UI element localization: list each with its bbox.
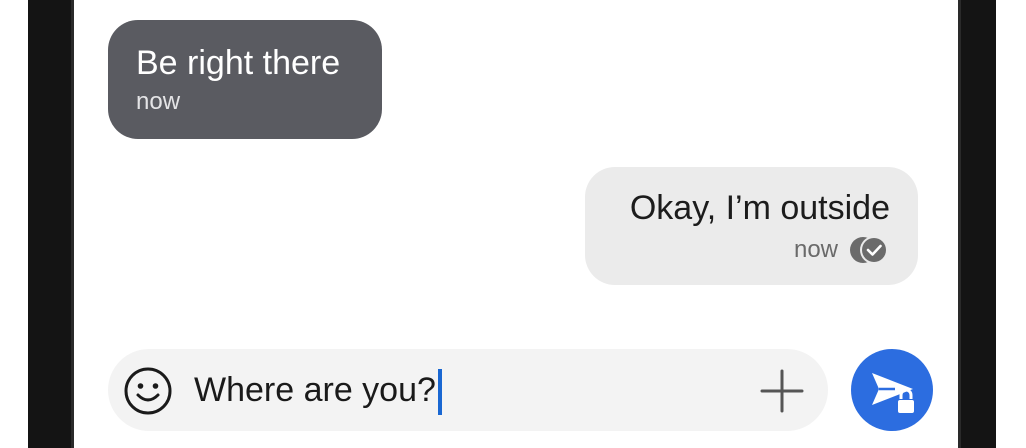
message-composer: Where are you? [108,349,828,431]
device-frame-right [958,0,996,448]
device-frame-left [28,0,74,448]
outgoing-message-time: now [793,236,838,263]
device-edge-right [996,0,1026,448]
incoming-message-bubble[interactable]: Be right there now [108,20,382,139]
read-receipt-icon [850,236,888,264]
incoming-message-time: now [136,88,181,115]
send-secure-icon [872,373,916,415]
incoming-message-text: Be right there [136,44,341,82]
message-input[interactable]: Where are you? [194,365,442,416]
chat-screen: Be right there now Okay, I’m outside now… [74,0,958,448]
plus-icon[interactable] [760,369,804,413]
text-caret [437,369,442,416]
message-input-value: Where are you? [194,371,436,409]
outgoing-message-text: Okay, I’m outside [629,189,890,227]
outgoing-message-bubble[interactable]: Okay, I’m outside now [585,167,918,285]
send-button[interactable] [851,349,933,431]
emoji-icon[interactable] [122,365,174,417]
outgoing-message-meta: now [585,235,890,265]
